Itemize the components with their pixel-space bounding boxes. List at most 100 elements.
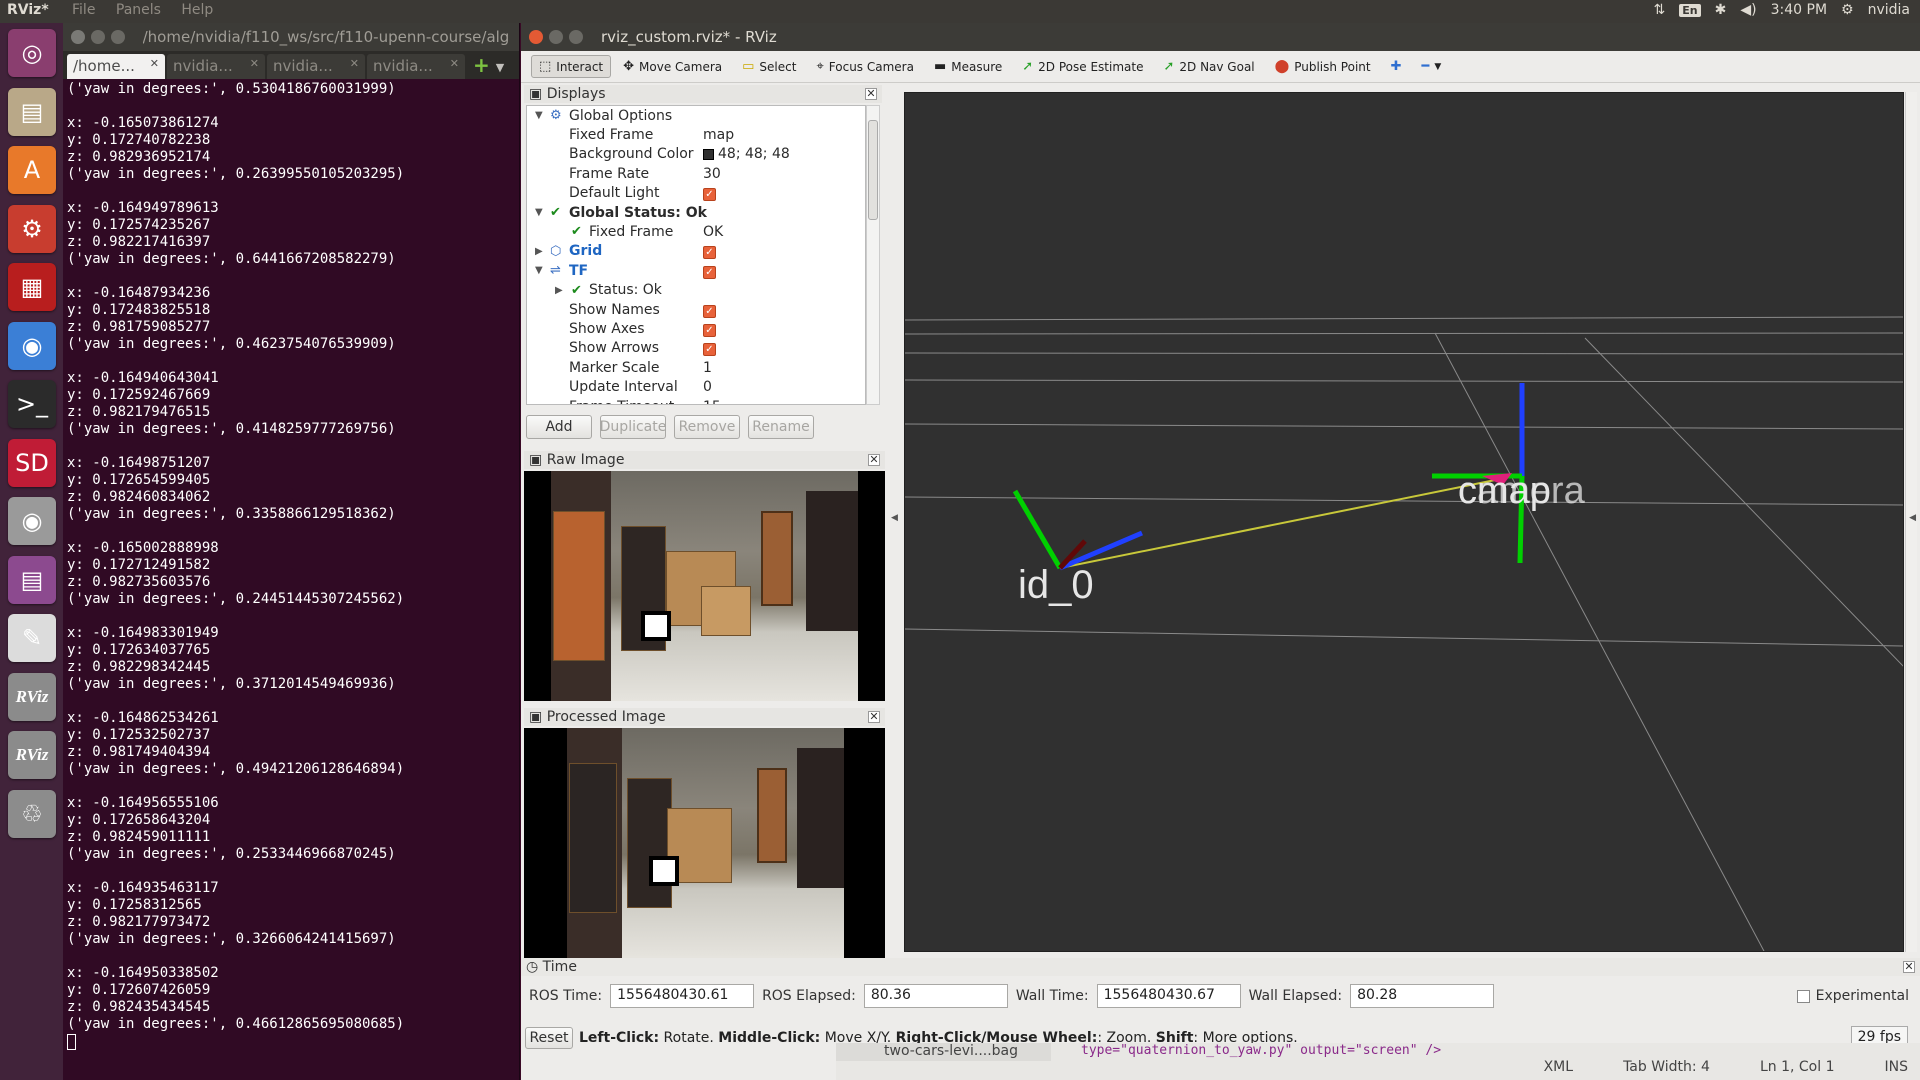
nav-goal-tool-button[interactable]: ➚ 2D Nav Goal [1155,55,1262,78]
collapse-arrow-icon[interactable]: ▶ [535,246,543,257]
pose-estimate-tool-button[interactable]: ➚ 2D Pose Estimate [1014,55,1151,78]
remove-tool-button[interactable]: ━ ▼ [1414,55,1450,78]
minimize-icon[interactable] [549,30,563,44]
keyboard-layout-indicator[interactable]: En [1679,3,1701,17]
system-settings-icon[interactable]: ⚙ [8,204,56,253]
chromium-icon[interactable]: ◉ [8,321,56,370]
maximize-icon[interactable] [569,30,583,44]
close-icon[interactable]: ✕ [1903,961,1915,973]
rviz-icon-1[interactable]: RViz [8,672,56,721]
wall-elapsed-field[interactable]: 80.28 [1350,984,1495,1008]
remove-button[interactable]: Remove [674,415,740,439]
media-icon[interactable]: ▤ [8,555,56,604]
close-icon[interactable] [529,30,543,44]
displays-tree[interactable]: ▼ ⚙ Global Options Fixed Frame map Background… [526,105,866,405]
text-editor-icon[interactable]: ✎ [8,614,56,662]
3d-viewport[interactable]: id_0 cmap camera [904,92,1904,952]
display-row[interactable]: ▶ ⬡ Grid ✓ [527,242,865,261]
reset-button[interactable]: Reset [525,1027,573,1049]
add-button[interactable]: Add [526,415,592,439]
display-row-value[interactable]: ✓ [703,243,716,260]
rviz-icon-2[interactable]: RViz [8,731,56,779]
display-row[interactable]: ✔ Fixed Frame OK [527,222,865,241]
terminal-tab[interactable]: nvidia... ✕ [267,54,365,79]
terminal-tab[interactable]: nvidia... ✕ [367,54,465,79]
splitter-handle-right[interactable]: ◀ [1909,513,1916,523]
menu-file[interactable]: File [72,2,95,18]
close-icon[interactable]: ✕ [450,57,459,76]
display-row-value[interactable]: ✓ [703,321,716,337]
collapse-arrow-icon[interactable]: ▶ [555,285,563,296]
ros-elapsed-field[interactable]: 80.36 [863,984,1008,1008]
display-row[interactable]: ▶ ✔ Status: Ok [527,281,865,300]
display-row[interactable]: Default Light ✓ [527,184,865,203]
close-icon[interactable]: ✕ [868,711,880,723]
display-row-value[interactable]: 48; 48; 48 [703,146,790,162]
display-row[interactable]: ▼ ✔ Global Status: Ok [527,203,865,222]
terminal-tab[interactable]: /home... ✕ [67,54,165,79]
volume-icon[interactable]: ◀) [1740,2,1756,18]
display-row[interactable]: Frame Timeout 15 [527,397,865,405]
user-name[interactable]: nvidia [1868,2,1910,18]
display-row[interactable]: Marker Scale 1 [527,358,865,377]
add-tool-button[interactable]: ✚ [1383,55,1410,78]
new-tab-plus-icon[interactable]: + [473,53,490,77]
display-row-value[interactable]: OK [703,224,723,240]
display-row[interactable]: Background Color 48; 48; 48 [527,145,865,164]
menu-panels[interactable]: Panels [116,2,161,18]
terminal-output[interactable]: ('yaw in degrees:', 0.5304186760031999) … [63,79,519,1052]
checkbox[interactable]: ✓ [703,188,716,202]
editor-tab-width[interactable]: Tab Width: 4 [1623,1059,1710,1075]
gear-icon[interactable]: ⚙ [1841,2,1854,18]
select-tool-button[interactable]: ▭ Select [734,55,804,78]
terminal-icon[interactable]: >_ [8,380,56,428]
network-icon[interactable]: ⇅ [1654,2,1666,18]
editor-language[interactable]: XML [1544,1059,1573,1075]
display-row[interactable]: ▼ ⚙ Global Options [527,106,865,125]
checkbox[interactable]: ✓ [703,265,716,279]
sd-card-icon[interactable]: SD [8,438,56,487]
display-row-value[interactable]: ✓ [703,302,716,318]
checkbox[interactable]: ✓ [703,343,716,357]
measure-tool-button[interactable]: ▬ Measure [926,55,1010,78]
close-icon[interactable]: ✕ [150,57,159,76]
display-row-value[interactable]: ✓ [703,263,716,279]
files-icon[interactable]: ▤ [8,87,56,136]
splitter-handle-left[interactable]: ◀ [891,513,898,523]
display-row-value[interactable]: 0 [703,379,712,395]
display-row[interactable]: Update Interval 0 [527,378,865,397]
expand-arrow-icon[interactable]: ▼ [535,207,543,218]
system-monitor-icon[interactable]: ▦ [8,263,56,311]
terminal-tab[interactable]: nvidia... ✕ [167,54,265,79]
expand-arrow-icon[interactable]: ▼ [535,265,543,276]
display-row-value[interactable]: ✓ [703,185,716,202]
display-row[interactable]: Frame Rate 30 [527,164,865,183]
tab-menu-chevron-down-icon[interactable]: ▼ [496,61,504,74]
checkbox[interactable]: ✓ [703,246,716,260]
expand-arrow-icon[interactable]: ▼ [535,110,543,121]
scrollbar-thumb[interactable] [868,120,878,220]
display-row-value[interactable]: 15 [703,399,721,405]
checkbox[interactable]: ✓ [703,323,716,337]
wall-time-field[interactable]: 1556480430.67 [1096,984,1241,1008]
close-icon[interactable]: ✕ [350,57,359,76]
trash-icon[interactable]: ♲ [8,789,56,838]
display-row-value[interactable]: 1 [703,360,712,376]
camera-icon[interactable]: ◉ [8,497,56,545]
bluetooth-icon[interactable]: ✱ [1715,2,1727,18]
display-row[interactable]: Show Names ✓ [527,300,865,319]
editor-tab[interactable]: two-cars-levi....bag [836,1043,1051,1061]
software-center-icon[interactable]: A [8,146,56,194]
move-camera-tool-button[interactable]: ✥ Move Camera [615,55,730,78]
display-row-value[interactable]: map [703,127,734,143]
interact-tool-button[interactable]: ⬚ Interact [531,55,612,78]
display-row-value[interactable]: 30 [703,166,721,182]
display-row[interactable]: Show Axes ✓ [527,319,865,338]
ros-time-field[interactable]: 1556480430.61 [610,984,755,1008]
menu-help[interactable]: Help [181,2,213,18]
close-icon[interactable] [71,30,85,44]
clock[interactable]: 3:40 PM [1771,2,1827,18]
duplicate-button[interactable]: Duplicate [600,415,666,439]
display-row-value[interactable]: ✓ [703,340,716,357]
close-icon[interactable]: ✕ [868,454,880,466]
